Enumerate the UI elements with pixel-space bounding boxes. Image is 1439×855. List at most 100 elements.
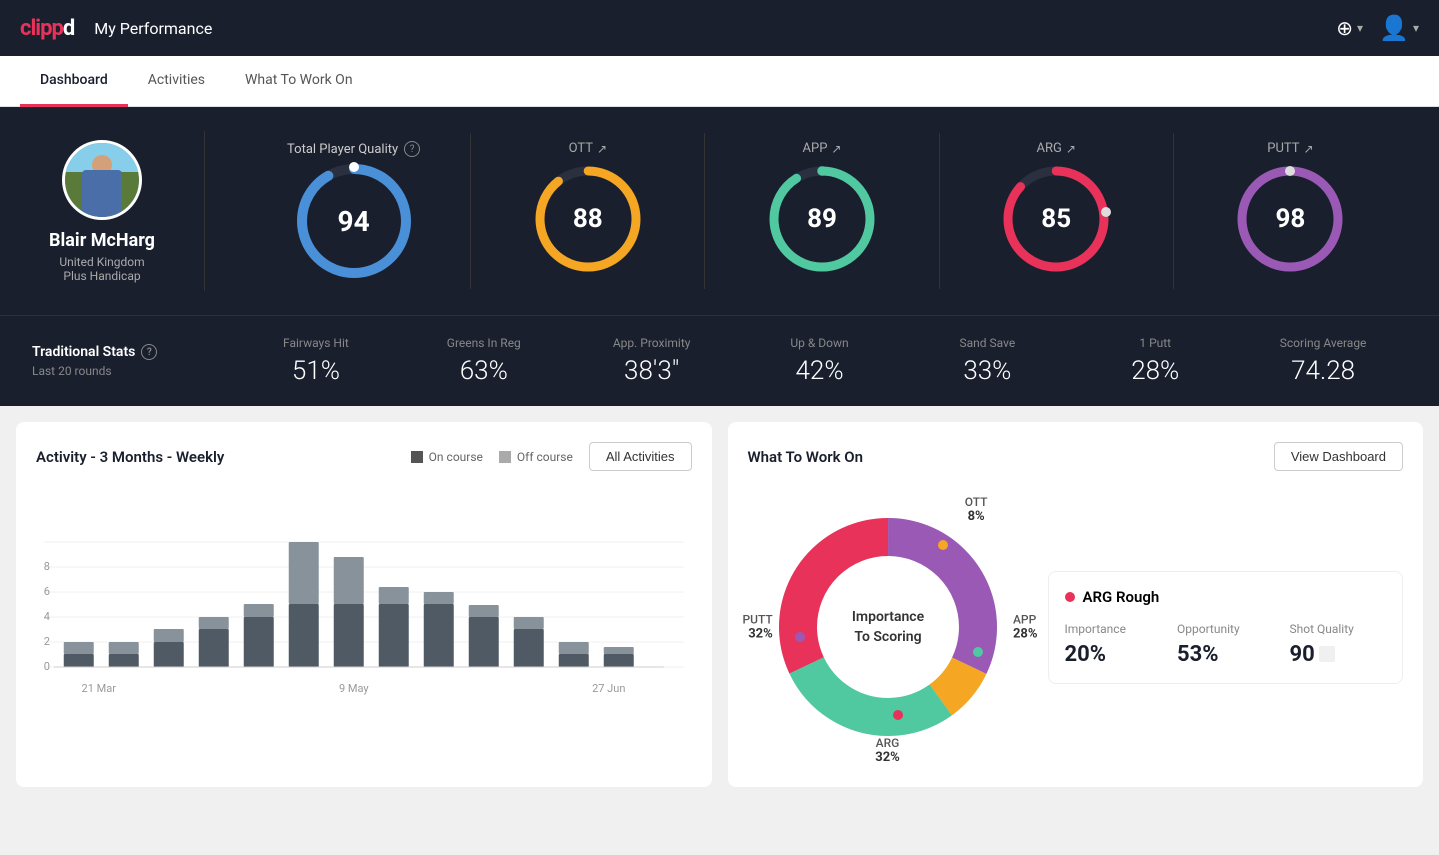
svg-text:4: 4	[44, 610, 50, 623]
svg-text:8: 8	[44, 560, 50, 573]
stat-scoring-value: 74.28	[1239, 356, 1407, 386]
putt-label: PUTT ↗	[1267, 141, 1313, 156]
metric-total-quality: Total Player Quality ? 94	[237, 133, 471, 289]
nav-title: My Performance	[94, 19, 212, 38]
player-handicap: Plus Handicap	[63, 269, 140, 283]
view-dashboard-button[interactable]: View Dashboard	[1274, 442, 1403, 471]
tab-activities[interactable]: Activities	[128, 56, 225, 107]
stat-sandsave-value: 33%	[903, 356, 1071, 386]
opportunity-value: 53%	[1177, 642, 1274, 667]
tab-what-to-work-on[interactable]: What To Work On	[225, 56, 373, 107]
shot-quality-label: Shot Quality	[1290, 622, 1387, 636]
help-icon[interactable]: ?	[404, 141, 420, 157]
bar-chart-svg: 0 2 4 6 8	[36, 487, 692, 707]
app-annotation: APP 28%	[1013, 613, 1038, 642]
stat-fairways-value: 51%	[232, 356, 400, 386]
ott-circle: 88	[533, 164, 643, 274]
stat-sandsave-label: Sand Save	[903, 336, 1071, 350]
hero-section: Blair McHarg United Kingdom Plus Handica…	[0, 107, 1439, 315]
nav-right: ⊕ ▾ 👤 ▾	[1336, 14, 1419, 43]
metric-arg: ARG ↗ 85	[940, 133, 1174, 289]
info-importance: Importance 20%	[1065, 622, 1162, 667]
what-card-header: What To Work On View Dashboard	[748, 442, 1404, 471]
stat-proximity-label: App. Proximity	[568, 336, 736, 350]
shot-quality-bar: 90	[1290, 642, 1387, 667]
stat-proximity-value: 38'3"	[568, 356, 736, 386]
arg-annotation: ARG 32%	[875, 736, 900, 765]
stat-proximity: App. Proximity 38'3"	[568, 336, 736, 386]
ott-label: OTT ↗	[569, 141, 607, 156]
svg-text:Importance: Importance	[851, 609, 924, 625]
info-opportunity: Opportunity 53%	[1177, 622, 1274, 667]
ott-arrow: ↗	[597, 142, 607, 156]
metric-ott: OTT ↗ 88	[471, 133, 705, 289]
activity-card: Activity - 3 Months - Weekly On course O…	[16, 422, 712, 787]
nav-left: clippd My Performance	[20, 16, 212, 41]
stat-fairways: Fairways Hit 51%	[232, 336, 400, 386]
all-activities-button[interactable]: All Activities	[589, 442, 692, 471]
tab-bar: Dashboard Activities What To Work On	[0, 56, 1439, 107]
arg-rough-dot	[1065, 592, 1075, 602]
what-body: Importance To Scoring OTT 8%	[748, 487, 1404, 767]
info-cols: Importance 20% Opportunity 53% Shot Qual…	[1065, 622, 1387, 667]
putt-value: 98	[1275, 204, 1305, 234]
app-label: APP ↗	[803, 141, 842, 156]
tab-dashboard[interactable]: Dashboard	[20, 56, 128, 107]
stats-label-block: Traditional Stats ? Last 20 rounds	[32, 344, 232, 378]
plus-icon: ⊕	[1336, 16, 1353, 41]
tpq-label: Total Player Quality ?	[287, 141, 420, 157]
shot-quality-value: 90	[1290, 642, 1315, 667]
importance-label: Importance	[1065, 622, 1162, 636]
metric-putt: PUTT ↗ 98	[1174, 133, 1407, 289]
stat-oneputt-label: 1 Putt	[1071, 336, 1239, 350]
putt-annotation: PUTT 32%	[743, 613, 773, 642]
opportunity-label: Opportunity	[1177, 622, 1274, 636]
tpq-circle: 94	[294, 161, 414, 281]
what-card-title: What To Work On	[748, 448, 864, 466]
stat-greens-value: 63%	[400, 356, 568, 386]
off-course-dot	[499, 451, 511, 463]
bottom-section: Activity - 3 Months - Weekly On course O…	[0, 406, 1439, 803]
stat-sandsave: Sand Save 33%	[903, 336, 1071, 386]
legend-on-course: On course	[411, 450, 483, 464]
stat-updown-value: 42%	[736, 356, 904, 386]
metrics-area: Total Player Quality ? 94 OTT ↗	[237, 133, 1407, 289]
svg-text:6: 6	[44, 585, 50, 598]
info-panel-title: ARG Rough	[1065, 588, 1387, 606]
app-value: 89	[807, 204, 837, 234]
logo: clippd	[20, 16, 74, 41]
chart-legend: On course Off course	[411, 450, 573, 464]
arg-circle: 85	[1001, 164, 1111, 274]
user-profile-button[interactable]: 👤 ▾	[1379, 14, 1419, 43]
arg-label: ARG ↗	[1037, 141, 1076, 156]
stats-subtitle: Last 20 rounds	[32, 364, 232, 378]
add-chevron: ▾	[1357, 21, 1363, 35]
donut-chart-wrap: Importance To Scoring OTT 8%	[748, 487, 1028, 767]
putt-circle: 98	[1235, 164, 1345, 274]
svg-text:0: 0	[44, 660, 50, 673]
svg-text:9 May: 9 May	[339, 682, 369, 695]
stats-title: Traditional Stats ?	[32, 344, 232, 360]
top-nav: clippd My Performance ⊕ ▾ 👤 ▾	[0, 0, 1439, 56]
info-shot-quality: Shot Quality 90	[1290, 622, 1387, 667]
app-arrow: ↗	[831, 142, 841, 156]
importance-value: 20%	[1065, 642, 1162, 667]
stat-scoring-label: Scoring Average	[1239, 336, 1407, 350]
ott-value: 88	[573, 204, 603, 234]
player-country: United Kingdom	[59, 255, 144, 269]
tpq-value: 94	[338, 205, 370, 238]
svg-text:To Scoring: To Scoring	[854, 629, 921, 645]
ott-annotation: OTT 8%	[965, 495, 988, 524]
add-button[interactable]: ⊕ ▾	[1336, 16, 1363, 41]
stats-help-icon[interactable]: ?	[141, 344, 157, 360]
stat-scoring: Scoring Average 74.28	[1239, 336, 1407, 386]
activity-chart-title: Activity - 3 Months - Weekly	[36, 448, 224, 466]
metric-app: APP ↗ 89	[705, 133, 939, 289]
stat-greens: Greens In Reg 63%	[400, 336, 568, 386]
stat-updown: Up & Down 42%	[736, 336, 904, 386]
svg-text:21 Mar: 21 Mar	[82, 682, 117, 695]
player-info: Blair McHarg United Kingdom Plus Handica…	[32, 140, 172, 283]
putt-arrow: ↗	[1304, 142, 1314, 156]
player-avatar	[62, 140, 142, 220]
donut-svg: Importance To Scoring	[758, 497, 1018, 757]
